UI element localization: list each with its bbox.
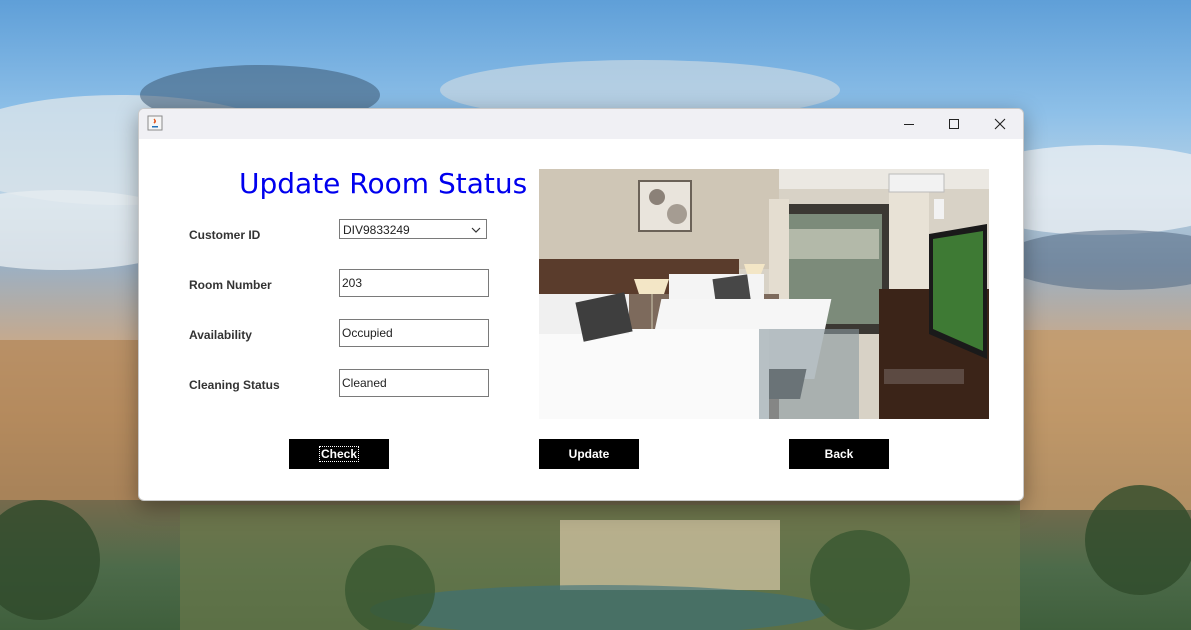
update-button[interactable]: Update — [539, 439, 639, 469]
check-button[interactable]: Check — [289, 439, 389, 469]
customer-id-select[interactable]: DIV9833249 — [339, 219, 487, 239]
close-icon — [994, 118, 1006, 130]
cleaning-status-label: Cleaning Status — [189, 378, 280, 392]
minimize-button[interactable] — [886, 109, 932, 139]
customer-id-label: Customer ID — [189, 228, 261, 242]
maximize-button[interactable] — [931, 109, 977, 139]
room-number-label: Room Number — [189, 278, 272, 292]
java-app-icon — [147, 115, 163, 131]
cleaning-status-field[interactable] — [339, 369, 489, 397]
availability-field[interactable] — [339, 319, 489, 347]
check-button-label: Check — [318, 446, 360, 462]
hotel-room-image — [539, 169, 989, 419]
update-room-window: Update Room Status Customer ID DIV983324… — [138, 108, 1024, 501]
page-title: Update Room Status — [239, 167, 528, 200]
back-button[interactable]: Back — [789, 439, 889, 469]
chevron-down-icon — [471, 227, 481, 233]
maximize-icon — [949, 119, 959, 129]
availability-label: Availability — [189, 328, 252, 342]
close-button[interactable] — [977, 109, 1023, 139]
minimize-icon — [904, 124, 914, 125]
room-number-field[interactable] — [339, 269, 489, 297]
customer-id-value: DIV9833249 — [343, 223, 410, 237]
title-bar — [139, 109, 1023, 139]
